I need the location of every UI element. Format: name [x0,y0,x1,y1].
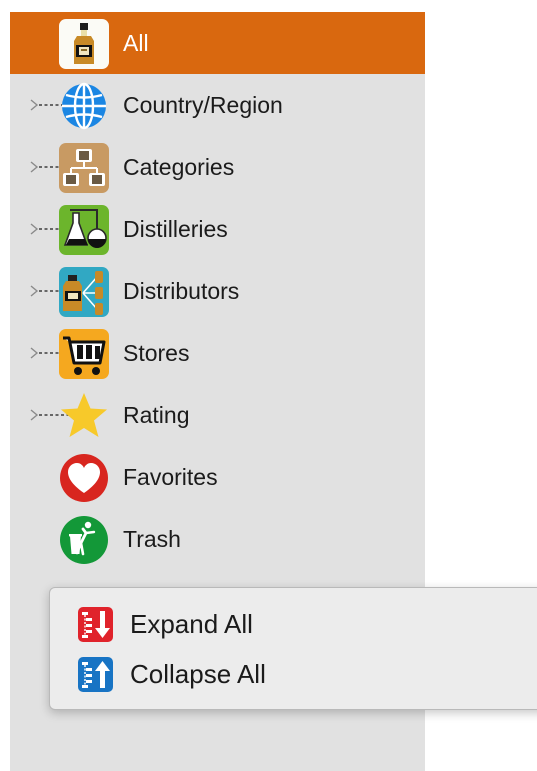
sidebar-item-label: Trash [123,526,181,552]
sidebar-item-favorites[interactable]: Favorites [10,446,425,508]
sidebar-item-label: Rating [123,402,190,428]
globe-icon [59,81,109,131]
sidebar-item-label: All [123,30,149,56]
collapse-all-icon [78,657,113,692]
sidebar-item-distilleries[interactable]: Distilleries [10,198,425,260]
sidebar-item-trash[interactable]: Trash [10,508,425,570]
context-menu: Expand All Collapse All [49,587,537,710]
sidebar-item-label: Distilleries [123,216,228,242]
menu-item-label: Collapse All [130,659,266,689]
menu-item-collapse-all[interactable]: Collapse All [50,651,537,697]
sidebar-item-rating[interactable]: Rating [10,384,425,446]
expand-all-icon [78,607,113,642]
sidebar-item-categories[interactable]: Categories [10,136,425,198]
distributors-icon [59,267,109,317]
star-icon [59,391,109,441]
sidebar-item-label: Stores [123,340,190,366]
sidebar-item-stores[interactable]: Stores [10,322,425,384]
bottle-icon [59,19,109,69]
sidebar-item-distributors[interactable]: Distributors [10,260,425,322]
sidebar-item-label: Categories [123,154,235,180]
sidebar-item-label: Country/Region [123,92,283,118]
sidebar-item-all[interactable]: All [10,12,425,74]
heart-icon [59,453,109,503]
menu-item-expand-all[interactable]: Expand All [50,601,537,647]
trash-icon [59,515,109,565]
sidebar-item-label: Distributors [123,278,240,304]
flask-icon [59,205,109,255]
sidebar-item-label: Favorites [123,464,218,490]
sidebar-item-country-region[interactable]: Country/Region [10,74,425,136]
categories-hierarchy-icon [59,143,109,193]
menu-item-label: Expand All [130,609,253,639]
shopping-cart-icon [59,329,109,379]
